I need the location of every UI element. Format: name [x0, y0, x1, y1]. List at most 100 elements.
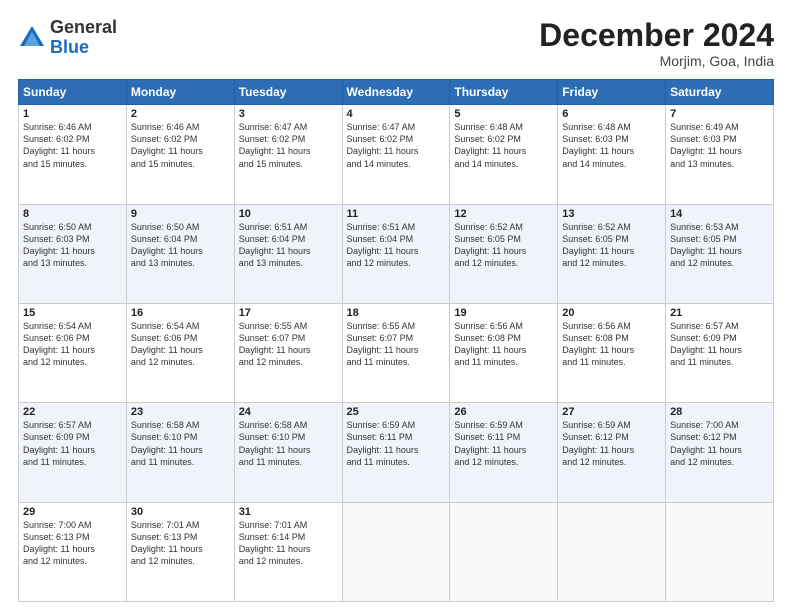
day-number: 27 [562, 406, 661, 418]
calendar-cell: 27Sunrise: 6:59 AM Sunset: 6:12 PM Dayli… [558, 403, 666, 502]
calendar-cell: 7Sunrise: 6:49 AM Sunset: 6:03 PM Daylig… [666, 105, 774, 204]
day-number: 25 [347, 406, 446, 418]
day-info: Sunrise: 6:51 AM Sunset: 6:04 PM Dayligh… [239, 221, 338, 270]
calendar-cell: 6Sunrise: 6:48 AM Sunset: 6:03 PM Daylig… [558, 105, 666, 204]
day-info: Sunrise: 6:50 AM Sunset: 6:03 PM Dayligh… [23, 221, 122, 270]
day-number: 5 [454, 108, 553, 120]
day-info: Sunrise: 7:00 AM Sunset: 6:13 PM Dayligh… [23, 519, 122, 568]
calendar-cell [666, 502, 774, 601]
day-info: Sunrise: 6:47 AM Sunset: 6:02 PM Dayligh… [239, 121, 338, 170]
page: General Blue December 2024 Morjim, Goa, … [0, 0, 792, 612]
calendar-cell: 9Sunrise: 6:50 AM Sunset: 6:04 PM Daylig… [126, 204, 234, 303]
logo-text: General Blue [50, 18, 117, 58]
day-number: 14 [670, 208, 769, 220]
calendar-cell: 31Sunrise: 7:01 AM Sunset: 6:14 PM Dayli… [234, 502, 342, 601]
day-number: 11 [347, 208, 446, 220]
day-info: Sunrise: 7:01 AM Sunset: 6:14 PM Dayligh… [239, 519, 338, 568]
day-number: 20 [562, 307, 661, 319]
col-tuesday: Tuesday [234, 80, 342, 105]
day-info: Sunrise: 6:50 AM Sunset: 6:04 PM Dayligh… [131, 221, 230, 270]
logo-general: General [50, 17, 117, 37]
calendar-cell: 11Sunrise: 6:51 AM Sunset: 6:04 PM Dayli… [342, 204, 450, 303]
day-info: Sunrise: 6:49 AM Sunset: 6:03 PM Dayligh… [670, 121, 769, 170]
calendar-table: Sunday Monday Tuesday Wednesday Thursday… [18, 79, 774, 602]
day-info: Sunrise: 6:51 AM Sunset: 6:04 PM Dayligh… [347, 221, 446, 270]
day-info: Sunrise: 6:57 AM Sunset: 6:09 PM Dayligh… [670, 320, 769, 369]
logo-icon [18, 24, 46, 52]
day-number: 28 [670, 406, 769, 418]
day-info: Sunrise: 7:00 AM Sunset: 6:12 PM Dayligh… [670, 419, 769, 468]
day-number: 15 [23, 307, 122, 319]
day-number: 19 [454, 307, 553, 319]
day-number: 1 [23, 108, 122, 120]
day-number: 7 [670, 108, 769, 120]
calendar-row: 22Sunrise: 6:57 AM Sunset: 6:09 PM Dayli… [19, 403, 774, 502]
col-thursday: Thursday [450, 80, 558, 105]
calendar-cell: 12Sunrise: 6:52 AM Sunset: 6:05 PM Dayli… [450, 204, 558, 303]
calendar-cell: 26Sunrise: 6:59 AM Sunset: 6:11 PM Dayli… [450, 403, 558, 502]
day-info: Sunrise: 6:46 AM Sunset: 6:02 PM Dayligh… [23, 121, 122, 170]
location: Morjim, Goa, India [539, 53, 774, 69]
day-info: Sunrise: 7:01 AM Sunset: 6:13 PM Dayligh… [131, 519, 230, 568]
day-info: Sunrise: 6:59 AM Sunset: 6:11 PM Dayligh… [454, 419, 553, 468]
day-info: Sunrise: 6:58 AM Sunset: 6:10 PM Dayligh… [131, 419, 230, 468]
day-number: 4 [347, 108, 446, 120]
day-info: Sunrise: 6:52 AM Sunset: 6:05 PM Dayligh… [562, 221, 661, 270]
day-number: 23 [131, 406, 230, 418]
calendar-cell: 24Sunrise: 6:58 AM Sunset: 6:10 PM Dayli… [234, 403, 342, 502]
day-number: 10 [239, 208, 338, 220]
calendar-cell: 28Sunrise: 7:00 AM Sunset: 6:12 PM Dayli… [666, 403, 774, 502]
day-number: 12 [454, 208, 553, 220]
calendar-cell: 22Sunrise: 6:57 AM Sunset: 6:09 PM Dayli… [19, 403, 127, 502]
day-info: Sunrise: 6:48 AM Sunset: 6:03 PM Dayligh… [562, 121, 661, 170]
day-number: 2 [131, 108, 230, 120]
month-title: December 2024 [539, 18, 774, 53]
calendar-cell [342, 502, 450, 601]
day-number: 9 [131, 208, 230, 220]
day-number: 18 [347, 307, 446, 319]
header: General Blue December 2024 Morjim, Goa, … [18, 18, 774, 69]
calendar-cell: 1Sunrise: 6:46 AM Sunset: 6:02 PM Daylig… [19, 105, 127, 204]
day-number: 31 [239, 506, 338, 518]
day-info: Sunrise: 6:53 AM Sunset: 6:05 PM Dayligh… [670, 221, 769, 270]
title-block: December 2024 Morjim, Goa, India [539, 18, 774, 69]
calendar-cell [450, 502, 558, 601]
col-sunday: Sunday [19, 80, 127, 105]
day-number: 24 [239, 406, 338, 418]
day-number: 21 [670, 307, 769, 319]
day-info: Sunrise: 6:54 AM Sunset: 6:06 PM Dayligh… [23, 320, 122, 369]
calendar-cell: 8Sunrise: 6:50 AM Sunset: 6:03 PM Daylig… [19, 204, 127, 303]
calendar-row: 29Sunrise: 7:00 AM Sunset: 6:13 PM Dayli… [19, 502, 774, 601]
calendar-cell: 17Sunrise: 6:55 AM Sunset: 6:07 PM Dayli… [234, 303, 342, 402]
calendar-row: 1Sunrise: 6:46 AM Sunset: 6:02 PM Daylig… [19, 105, 774, 204]
calendar-cell: 5Sunrise: 6:48 AM Sunset: 6:02 PM Daylig… [450, 105, 558, 204]
day-number: 16 [131, 307, 230, 319]
calendar-cell: 18Sunrise: 6:55 AM Sunset: 6:07 PM Dayli… [342, 303, 450, 402]
col-monday: Monday [126, 80, 234, 105]
calendar-cell: 23Sunrise: 6:58 AM Sunset: 6:10 PM Dayli… [126, 403, 234, 502]
calendar-cell: 2Sunrise: 6:46 AM Sunset: 6:02 PM Daylig… [126, 105, 234, 204]
day-info: Sunrise: 6:55 AM Sunset: 6:07 PM Dayligh… [239, 320, 338, 369]
day-info: Sunrise: 6:55 AM Sunset: 6:07 PM Dayligh… [347, 320, 446, 369]
calendar-cell: 21Sunrise: 6:57 AM Sunset: 6:09 PM Dayli… [666, 303, 774, 402]
day-info: Sunrise: 6:59 AM Sunset: 6:12 PM Dayligh… [562, 419, 661, 468]
calendar-cell: 29Sunrise: 7:00 AM Sunset: 6:13 PM Dayli… [19, 502, 127, 601]
calendar-header-row: Sunday Monday Tuesday Wednesday Thursday… [19, 80, 774, 105]
calendar-cell: 4Sunrise: 6:47 AM Sunset: 6:02 PM Daylig… [342, 105, 450, 204]
calendar-row: 15Sunrise: 6:54 AM Sunset: 6:06 PM Dayli… [19, 303, 774, 402]
logo: General Blue [18, 18, 117, 58]
day-number: 6 [562, 108, 661, 120]
day-info: Sunrise: 6:47 AM Sunset: 6:02 PM Dayligh… [347, 121, 446, 170]
day-info: Sunrise: 6:54 AM Sunset: 6:06 PM Dayligh… [131, 320, 230, 369]
col-saturday: Saturday [666, 80, 774, 105]
col-wednesday: Wednesday [342, 80, 450, 105]
day-number: 26 [454, 406, 553, 418]
col-friday: Friday [558, 80, 666, 105]
day-number: 22 [23, 406, 122, 418]
day-info: Sunrise: 6:57 AM Sunset: 6:09 PM Dayligh… [23, 419, 122, 468]
day-info: Sunrise: 6:56 AM Sunset: 6:08 PM Dayligh… [562, 320, 661, 369]
day-info: Sunrise: 6:52 AM Sunset: 6:05 PM Dayligh… [454, 221, 553, 270]
calendar-cell: 25Sunrise: 6:59 AM Sunset: 6:11 PM Dayli… [342, 403, 450, 502]
calendar-cell: 15Sunrise: 6:54 AM Sunset: 6:06 PM Dayli… [19, 303, 127, 402]
logo-blue: Blue [50, 37, 89, 57]
